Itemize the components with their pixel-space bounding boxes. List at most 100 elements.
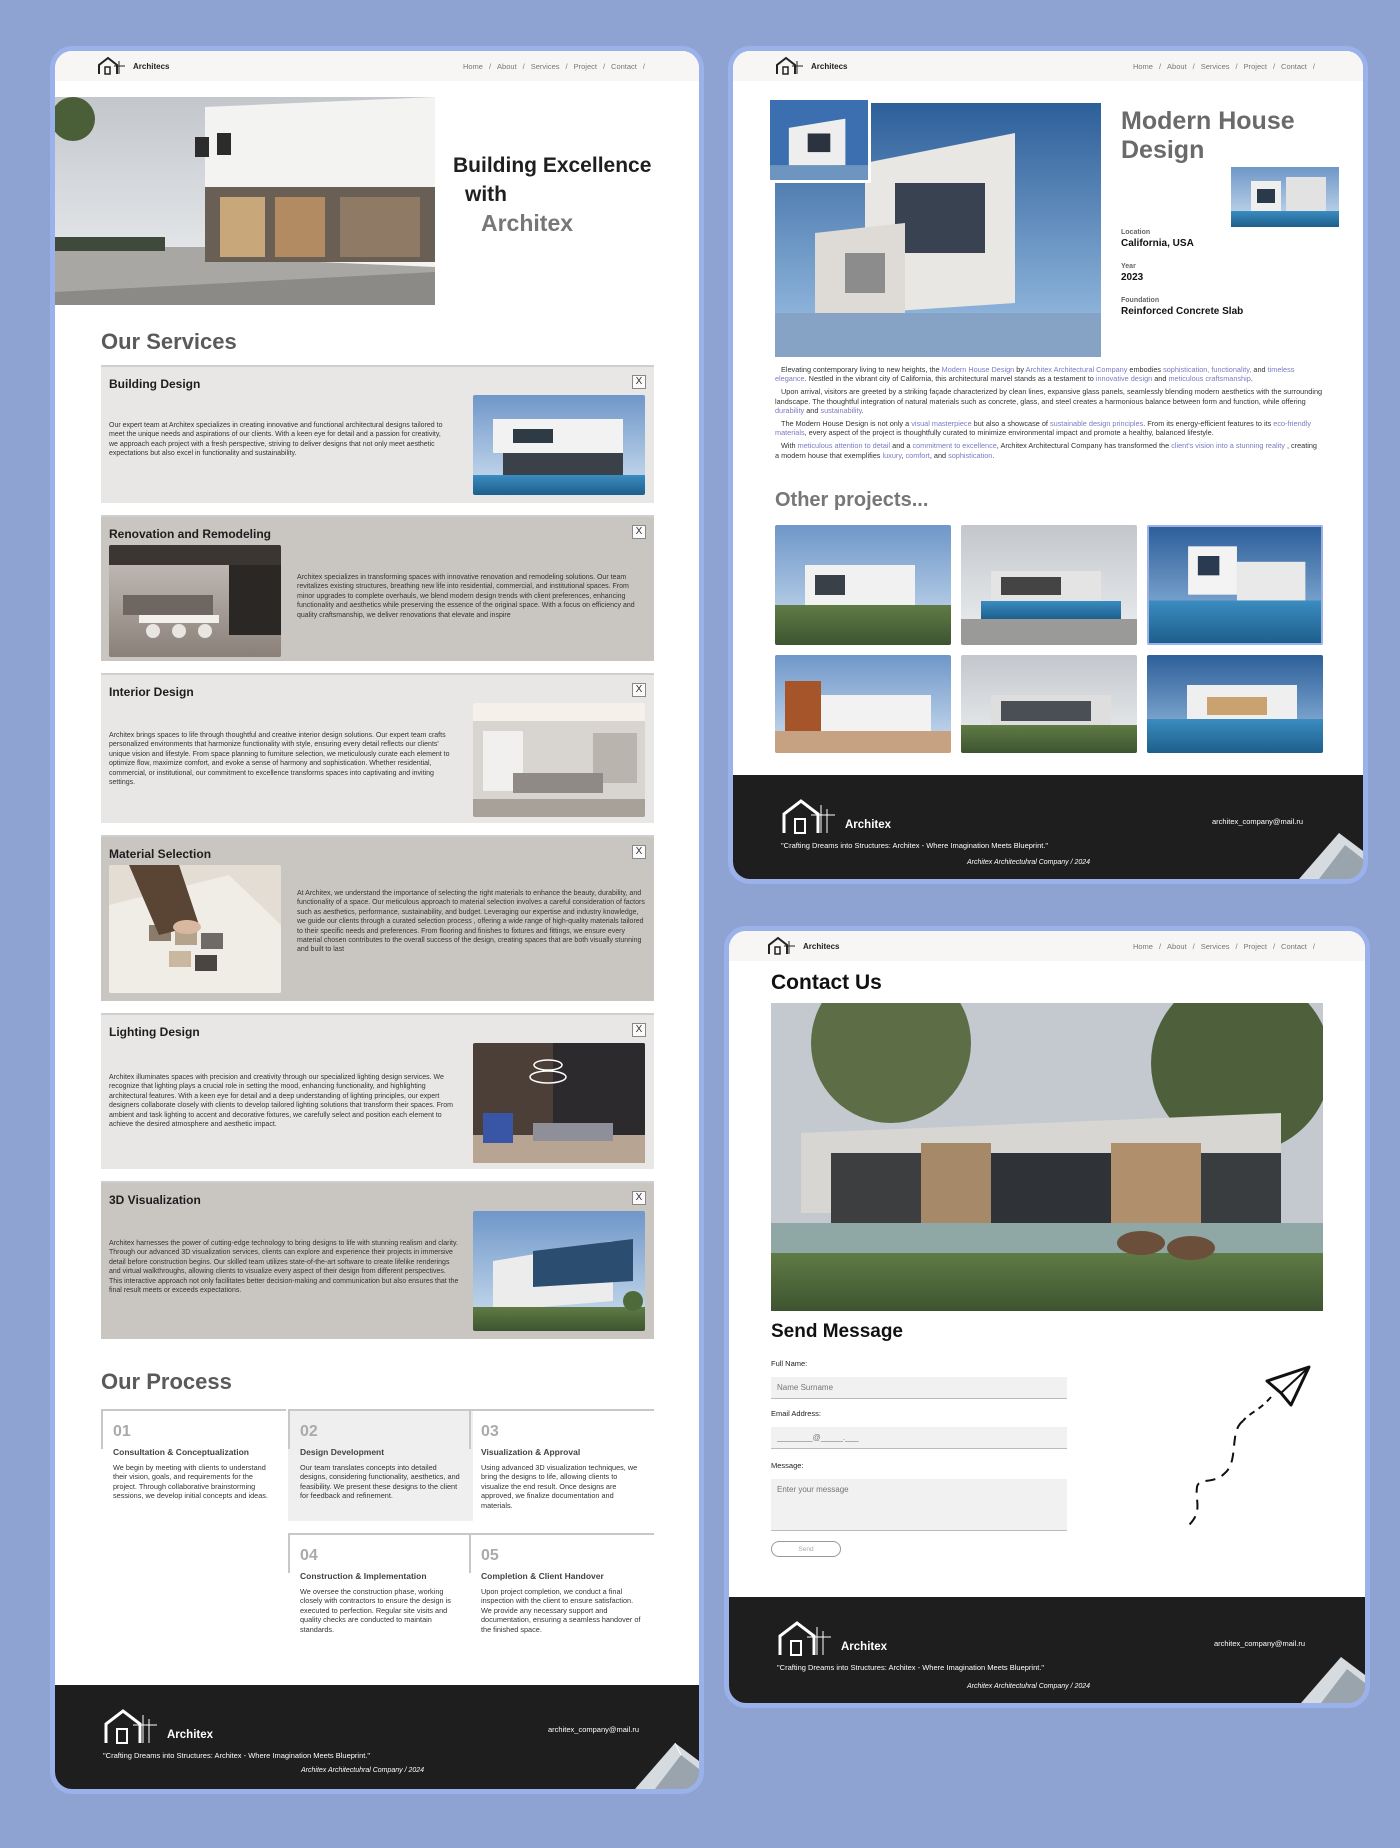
highlight: sophistication, functionality,: [1163, 365, 1252, 374]
nav-contact[interactable]: Contact: [611, 62, 637, 71]
nav-about[interactable]: About: [497, 62, 517, 71]
other-projects-title: Other projects...: [775, 489, 929, 511]
full-name-label: Full Name:: [771, 1359, 808, 1368]
brand-name: Architecs: [811, 61, 848, 71]
highlight: commitment to excellence: [912, 441, 997, 451]
close-x-icon[interactable]: X: [632, 845, 646, 859]
text: but also a showcase of: [971, 419, 1050, 429]
highlight: sustainability: [820, 405, 862, 415]
logo[interactable]: Architecs: [97, 56, 169, 76]
contact-hero-image: [771, 1003, 1323, 1311]
house-logo-icon: [776, 56, 803, 75]
process-title: Our Process: [101, 1369, 232, 1394]
service-title: 3D Visualization: [109, 1193, 201, 1207]
highlight: meticulous craftsmanship: [1168, 374, 1251, 384]
close-x-icon[interactable]: X: [632, 683, 646, 697]
service-card-building-design[interactable]: Building Design X Our expert team at Arc…: [101, 365, 654, 503]
footer-logo[interactable]: Architex: [781, 797, 891, 835]
description-paragraph: Upon arrival, visitors are greeted by a …: [775, 387, 1323, 415]
footer-brand: Architex: [841, 1641, 888, 1653]
logo[interactable]: Architecs: [775, 56, 847, 76]
service-text: At Architex, we understand the importanc…: [297, 890, 645, 954]
service-card-lighting-design[interactable]: Lighting Design X Architex illuminates s…: [101, 1013, 654, 1169]
close-x-icon[interactable]: X: [632, 525, 646, 539]
nav-home[interactable]: Home: [1133, 62, 1153, 71]
step-number: 05: [481, 1547, 499, 1564]
service-card-renovation[interactable]: Renovation and Remodeling X Architex spe…: [101, 515, 654, 661]
send-button[interactable]: Send: [771, 1541, 841, 1557]
logo[interactable]: Architecs: [767, 936, 839, 956]
service-card-interior-design[interactable]: Interior Design X Architex brings spaces…: [101, 673, 654, 823]
highlight: client's vision into a stunning reality: [1171, 441, 1285, 451]
top-nav: Architecs Home / About / Services / Project…: [729, 931, 1365, 961]
footer-logo[interactable]: Architex: [777, 1619, 887, 1657]
text: and a: [890, 441, 913, 451]
highlight: sophistication: [948, 450, 993, 460]
nav-services[interactable]: Services: [531, 62, 560, 71]
nav-project[interactable]: Project: [1244, 62, 1267, 71]
project-title-line-2: Design: [1121, 136, 1205, 164]
project-foundation: Foundation Reinforced Concrete Slab: [1121, 297, 1243, 317]
text: Elevating contemporary living to new hei…: [781, 365, 942, 374]
meta-label: Foundation: [1121, 297, 1160, 304]
message-textarea[interactable]: [771, 1479, 1067, 1531]
divider: [101, 1409, 103, 1449]
nav-about[interactable]: About: [1167, 62, 1187, 71]
project-thumb[interactable]: [775, 525, 951, 645]
service-image: [473, 1043, 645, 1163]
project-year: Year 2023: [1121, 263, 1143, 283]
text: , Architex Architectural Company has tra…: [996, 441, 1172, 451]
footer-company: Architex Architectuhral Company / 2024: [967, 1683, 1091, 1690]
meta-label: Location: [1121, 229, 1151, 236]
nav-services[interactable]: Services: [1201, 942, 1230, 951]
nav-separator: /: [1272, 941, 1276, 951]
highlight: sustainable design principles: [1049, 419, 1144, 429]
hero-line-3: Architex: [481, 210, 574, 236]
close-x-icon[interactable]: X: [632, 1023, 646, 1037]
nav-contact[interactable]: Contact: [1281, 942, 1307, 951]
step-title: Construction & Implementation: [300, 1571, 427, 1581]
process-step-2: 02 Design Development Our team translate…: [288, 1409, 473, 1521]
full-name-input[interactable]: [771, 1377, 1067, 1399]
contact-title: Contact Us: [771, 971, 882, 994]
footer: Architex "Crafting Dreams into Structure…: [55, 1685, 699, 1789]
close-x-icon[interactable]: X: [632, 375, 646, 389]
highlight: durability: [775, 405, 805, 415]
nav-home[interactable]: Home: [463, 62, 483, 71]
text: and: [1251, 365, 1268, 374]
project-thumb-selected[interactable]: [1147, 525, 1323, 645]
service-card-material-selection[interactable]: Material Selection X At Architex, we und…: [101, 835, 654, 1001]
project-thumb[interactable]: [961, 655, 1137, 753]
nav-home[interactable]: Home: [1133, 942, 1153, 951]
brand-name: Architecs: [133, 61, 170, 71]
close-x-icon[interactable]: X: [632, 1191, 646, 1205]
message-label: Message:: [771, 1461, 804, 1470]
project-side-image: [1231, 167, 1339, 227]
text: .: [992, 450, 995, 460]
nav-project[interactable]: Project: [1244, 942, 1267, 951]
nav-separator: /: [1158, 61, 1162, 71]
step-title: Completion & Client Handover: [481, 1571, 604, 1581]
highlight: innovative design: [1095, 374, 1153, 384]
service-card-3d-visualization[interactable]: 3D Visualization X Architex harnesses th…: [101, 1181, 654, 1339]
highlight: meticulous attention to detail: [797, 441, 891, 451]
project-title-line-1: Modern House: [1121, 107, 1295, 135]
step-number: 02: [300, 1423, 318, 1440]
process-step-3: 03 Visualization & Approval Using advanc…: [469, 1409, 654, 1521]
nav-contact[interactable]: Contact: [1281, 62, 1307, 71]
service-title: Interior Design: [109, 685, 194, 699]
meta-value: Reinforced Concrete Slab: [1121, 306, 1244, 317]
nav-project[interactable]: Project: [574, 62, 597, 71]
project-thumb[interactable]: [775, 655, 951, 753]
project-thumb[interactable]: [961, 525, 1137, 645]
step-text: Upon project completion, we conduct a fi…: [481, 1587, 641, 1634]
nav-about[interactable]: About: [1167, 942, 1187, 951]
email-input[interactable]: [771, 1427, 1067, 1449]
project-title: Modern House Design: [1121, 107, 1295, 165]
project-thumb[interactable]: [1147, 655, 1323, 753]
nav-separator: /: [1192, 941, 1195, 951]
nav-services[interactable]: Services: [1201, 62, 1230, 71]
service-text: Our expert team at Architex specializes …: [109, 422, 443, 458]
step-title: Design Development: [300, 1447, 385, 1457]
footer-logo[interactable]: Architex: [103, 1707, 213, 1745]
